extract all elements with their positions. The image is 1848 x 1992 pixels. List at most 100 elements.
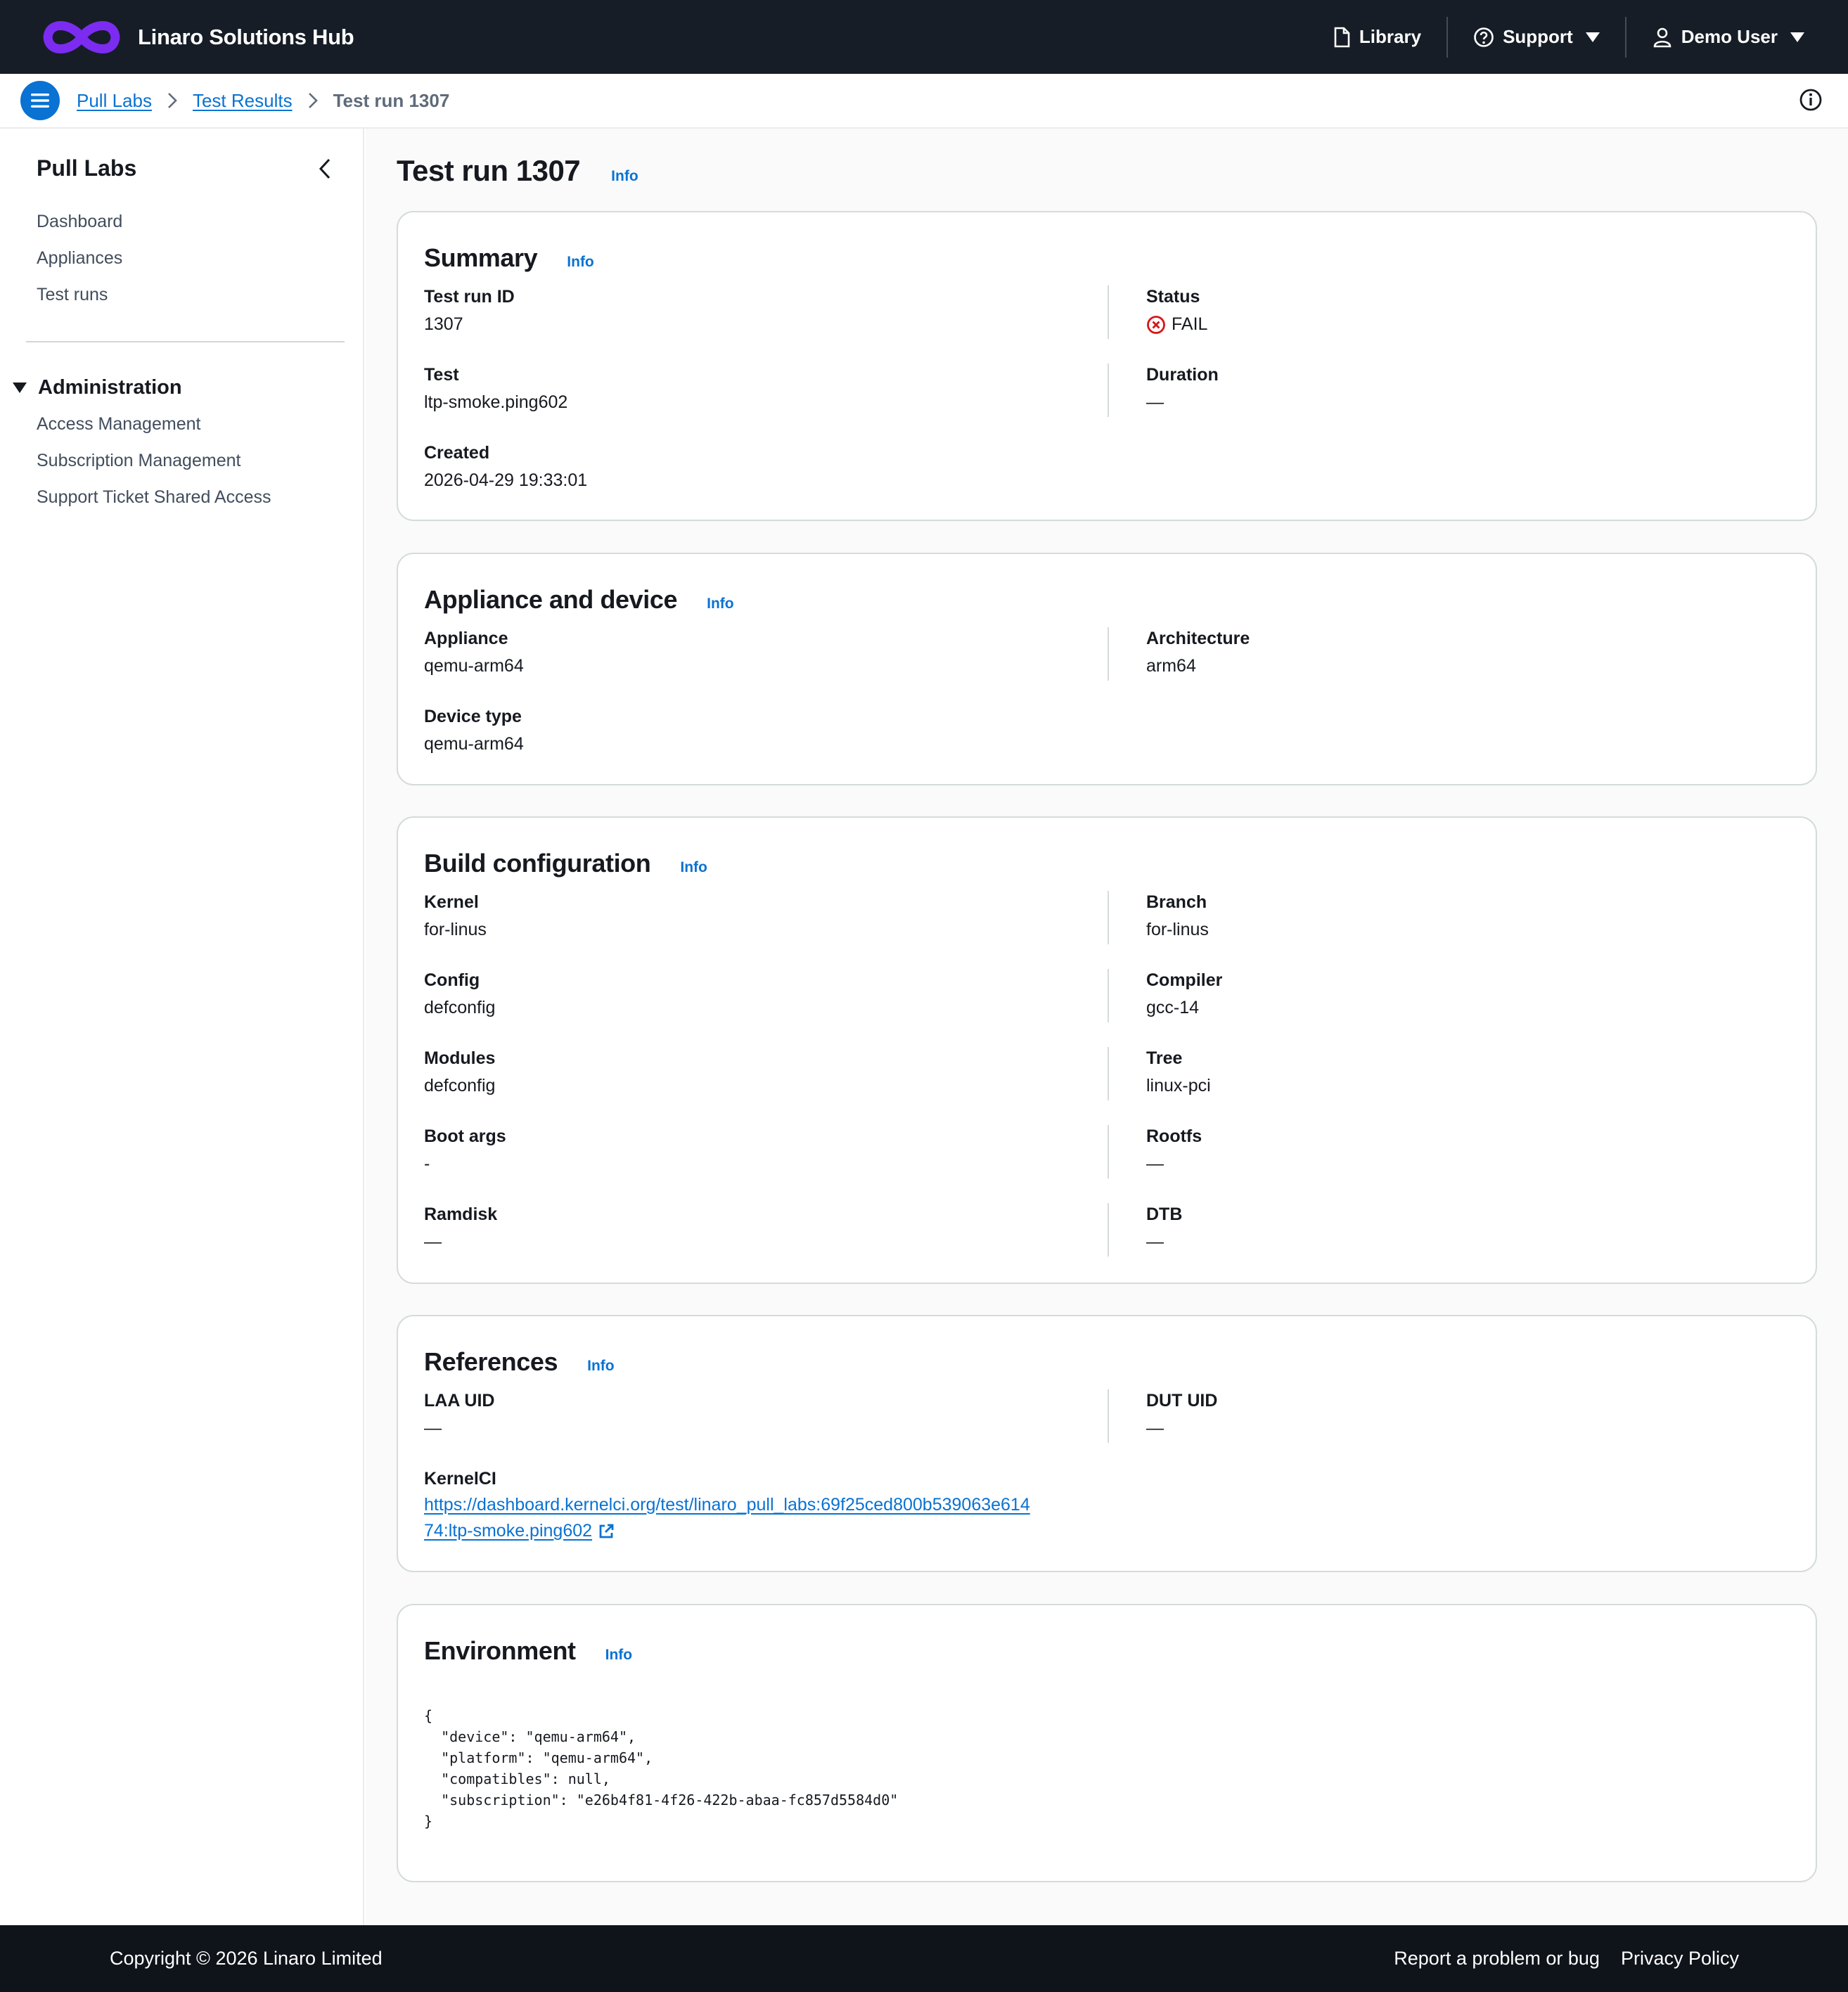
page-header: Test run 1307 Info	[397, 154, 639, 188]
field-label: DUT UID	[1146, 1391, 1218, 1411]
appliance-info-link[interactable]: Info	[707, 596, 733, 612]
field-value: —	[1146, 1232, 1164, 1252]
column-divider	[1108, 627, 1109, 681]
report-problem-link[interactable]: Report a problem or bug	[1394, 1948, 1600, 1969]
privacy-policy-link[interactable]: Privacy Policy	[1621, 1948, 1739, 1969]
environment-card: Environment Info { "device": "qemu-arm64…	[397, 1604, 1817, 1882]
info-icon[interactable]	[1799, 88, 1823, 112]
field-label: LAA UID	[424, 1391, 495, 1411]
field-label: Boot args	[424, 1126, 506, 1146]
summary-info-link[interactable]: Info	[567, 254, 593, 271]
user-icon	[1653, 27, 1671, 47]
field-label: Kernel	[424, 892, 479, 912]
references-title: References	[424, 1347, 558, 1376]
field-label: Architecture	[1146, 629, 1250, 648]
references-card: References Info LAA UID — DUT UID — Kern…	[397, 1315, 1817, 1572]
sidebar-item-appliances[interactable]: Appliances	[37, 248, 122, 269]
environment-title: Environment	[424, 1636, 576, 1665]
side-nav-title[interactable]: Pull Labs	[37, 155, 136, 181]
breadcrumb-pull-labs[interactable]: Pull Labs	[77, 90, 152, 112]
brand-title: Linaro Solutions Hub	[138, 24, 354, 49]
breadcrumb-bar: Pull Labs Test Results Test run 1307	[0, 74, 1848, 129]
field-value: for-linus	[1146, 920, 1209, 939]
breadcrumb-current: Test run 1307	[333, 89, 450, 111]
field-value: defconfig	[424, 1076, 496, 1095]
utility-nav: Library Support Demo User	[1307, 0, 1848, 74]
field-label: Compiler	[1146, 970, 1223, 990]
main-content: Test run 1307 Info Summary Info Test run…	[366, 129, 1848, 1925]
references-info-link[interactable]: Info	[587, 1358, 614, 1375]
column-divider	[1108, 891, 1109, 944]
error-icon	[1147, 315, 1165, 334]
modules-field: Modules defconfig	[424, 1048, 495, 1096]
sidebar-item-access-management[interactable]: Access Management	[37, 414, 200, 435]
environment-json: { "device": "qemu-arm64", "platform": "q…	[424, 1707, 899, 1830]
user-label: Demo User	[1681, 26, 1778, 47]
rootfs-field: Rootfs —	[1146, 1126, 1202, 1174]
created-field: Created 2026-04-29 19:33:01	[424, 443, 587, 491]
sidebar-item-subscription-management[interactable]: Subscription Management	[37, 451, 240, 471]
field-value: 1307	[424, 314, 463, 334]
user-menu[interactable]: Demo User	[1626, 0, 1848, 74]
build-configuration-card: Build configuration Info Kernel for-linu…	[397, 816, 1817, 1284]
field-label: Status	[1146, 287, 1200, 307]
copyright-text: Copyright © 2026 Linaro Limited	[110, 1948, 383, 1969]
brand[interactable]: Linaro Solutions Hub	[41, 16, 354, 58]
page-title: Test run 1307	[397, 154, 581, 187]
field-value: arm64	[1146, 656, 1196, 676]
compiler-field: Compiler gcc-14	[1146, 970, 1222, 1018]
caret-down-icon	[1790, 32, 1804, 42]
build-info-link[interactable]: Info	[680, 859, 707, 876]
field-label: Tree	[1146, 1048, 1183, 1068]
field-label: Branch	[1146, 892, 1207, 912]
support-menu[interactable]: Support	[1448, 0, 1625, 74]
caret-down-icon	[13, 383, 27, 393]
sidebar-section-administration[interactable]: Administration	[13, 376, 182, 399]
field-value: 2026-04-29 19:33:01	[424, 470, 588, 490]
status-value: FAIL	[1172, 314, 1208, 334]
field-value: —	[1146, 392, 1164, 412]
menu-toggle-button[interactable]	[20, 81, 60, 120]
chevron-right-icon	[308, 93, 318, 108]
top-navigation: Linaro Solutions Hub Library Support Dem…	[0, 0, 1848, 74]
card-header: Summary Info	[424, 243, 594, 273]
field-label: Device type	[424, 707, 522, 726]
environment-info-link[interactable]: Info	[605, 1647, 632, 1664]
side-navigation: Pull Labs Dashboard Appliances Test runs…	[0, 129, 364, 1925]
support-label: Support	[1503, 26, 1573, 47]
sidebar-section-label: Administration	[38, 376, 182, 399]
help-icon	[1474, 27, 1494, 47]
caret-down-icon	[1585, 32, 1600, 42]
field-label: Test run ID	[424, 287, 515, 307]
appliance-title: Appliance and device	[424, 585, 678, 614]
chevron-left-icon[interactable]	[315, 157, 335, 181]
library-link[interactable]: Library	[1307, 0, 1446, 74]
library-label: Library	[1359, 26, 1422, 47]
field-value: —	[424, 1232, 442, 1252]
card-header: Environment Info	[424, 1636, 632, 1666]
appliance-card: Appliance and device Info Appliance qemu…	[397, 553, 1817, 785]
sidebar-item-dashboard[interactable]: Dashboard	[37, 212, 122, 232]
field-value: -	[424, 1154, 430, 1174]
sidebar-item-support-ticket-shared-access[interactable]: Support Ticket Shared Access	[37, 487, 271, 508]
kernelci-link-line[interactable]: https://dashboard.kernelci.org/test/lina…	[424, 1492, 1030, 1518]
footer-links: Report a problem or bug Privacy Policy	[1373, 1948, 1739, 1969]
kernelci-link[interactable]: https://dashboard.kernelci.org/test/lina…	[424, 1492, 1030, 1544]
appliance-field: Appliance qemu-arm64	[424, 629, 524, 676]
kernelci-link-text[interactable]: 74:ltp-smoke.ping602	[424, 1518, 592, 1544]
chevron-right-icon	[168, 93, 177, 108]
breadcrumb: Pull Labs Test Results Test run 1307	[77, 90, 449, 112]
dtb-field: DTB —	[1146, 1204, 1182, 1252]
boot-args-field: Boot args -	[424, 1126, 506, 1174]
kernelci-link-line[interactable]: 74:ltp-smoke.ping602	[424, 1518, 1030, 1544]
side-nav-divider	[26, 341, 345, 342]
breadcrumb-test-results[interactable]: Test Results	[193, 90, 293, 112]
sidebar-item-test-runs[interactable]: Test runs	[37, 285, 108, 305]
field-label: DTB	[1146, 1204, 1183, 1224]
device-type-field: Device type qemu-arm64	[424, 707, 524, 754]
field-value: ltp-smoke.ping602	[424, 392, 568, 412]
status-field: Status FAIL	[1146, 287, 1207, 335]
summary-card: Summary Info Test run ID 1307 Status FAI…	[397, 211, 1817, 521]
page-info-link[interactable]: Info	[611, 168, 638, 185]
field-label: Config	[424, 970, 480, 990]
